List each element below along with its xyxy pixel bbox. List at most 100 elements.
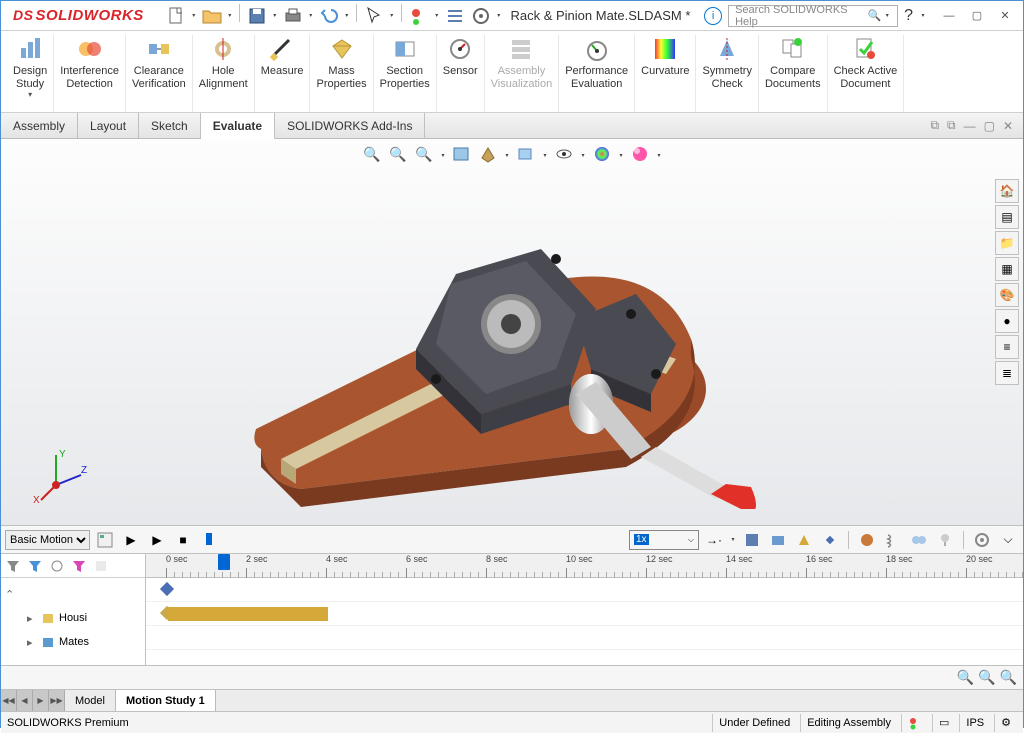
zoom-fit-icon[interactable]: 🔍 xyxy=(361,143,383,165)
doc-restore-button[interactable]: ▢ xyxy=(984,119,995,133)
select-button[interactable] xyxy=(362,4,386,28)
symmetry-button[interactable]: SymmetryCheck xyxy=(696,35,759,112)
calculate-button[interactable] xyxy=(94,529,116,551)
filter-animated-icon[interactable] xyxy=(25,556,45,576)
print-button[interactable] xyxy=(281,4,305,28)
loop-button[interactable]: →· xyxy=(703,529,725,551)
tab-sketch[interactable]: Sketch xyxy=(139,113,201,138)
play-start-button[interactable]: ▶ xyxy=(120,529,142,551)
zoom-in-icon[interactable]: 🔍 xyxy=(957,669,974,686)
new-dropdown[interactable]: ▾ xyxy=(190,4,198,28)
filter-driven-icon[interactable] xyxy=(47,556,67,576)
appearances-pane-icon[interactable]: ● xyxy=(995,309,1019,333)
keyframe[interactable] xyxy=(160,582,174,596)
status-units[interactable]: IPS xyxy=(959,714,990,732)
track-row[interactable] xyxy=(146,578,1023,602)
new-file-button[interactable] xyxy=(164,4,188,28)
hide-show-icon[interactable] xyxy=(553,143,575,165)
add-key-button[interactable] xyxy=(819,529,841,551)
graphics-viewport[interactable]: 🔍 🔍 🔍▾ ▾ ▾ ▾ ▾ ▾ 🏠 ▤ 📁 ▦ 🎨 ● ≡ ≣ xyxy=(1,139,1023,525)
previous-view-icon[interactable]: 🔍 xyxy=(413,143,435,165)
undo-dropdown[interactable]: ▾ xyxy=(343,4,351,28)
mass-props-button[interactable]: MassProperties xyxy=(310,35,373,112)
save-button[interactable] xyxy=(245,4,269,28)
home-pane-icon[interactable]: 🏠 xyxy=(995,179,1019,203)
track-row[interactable] xyxy=(146,602,1023,626)
filter-results-icon[interactable] xyxy=(91,556,111,576)
doc-minimize-button[interactable]: — xyxy=(964,119,976,133)
undo-button[interactable] xyxy=(317,4,341,28)
tree-item[interactable]: ▸Mates xyxy=(1,630,145,654)
tab-nav-first[interactable]: ◀◀ xyxy=(1,690,17,711)
playback-slider[interactable] xyxy=(198,529,220,551)
interference-button[interactable]: InterferenceDetection xyxy=(54,35,126,112)
status-rebuild-icon[interactable] xyxy=(901,714,928,732)
help-search-input[interactable]: Search SOLIDWORKS Help 🔍 ▾ xyxy=(728,5,898,27)
file-explorer-icon[interactable]: ▦ xyxy=(995,257,1019,281)
help-menu[interactable]: ? xyxy=(904,7,913,25)
bottom-tab-motion-study-1[interactable]: Motion Study 1 xyxy=(116,690,216,711)
hole-align-button[interactable]: HoleAlignment xyxy=(193,35,255,112)
motor-button[interactable] xyxy=(856,529,878,551)
design-library-icon[interactable]: 📁 xyxy=(995,231,1019,255)
close-button[interactable]: ✕ xyxy=(991,5,1019,27)
perf-eval-button[interactable]: PerformanceEvaluation xyxy=(559,35,635,112)
stop-button[interactable]: ■ xyxy=(172,529,194,551)
settings-button[interactable] xyxy=(469,4,493,28)
status-options-icon[interactable]: ⚙ xyxy=(994,714,1017,732)
info-icon[interactable]: i xyxy=(704,7,722,25)
custom-props-icon[interactable]: ≡ xyxy=(995,335,1019,359)
zoom-fit-icon[interactable]: 🔍 xyxy=(1000,669,1017,686)
motion-type-select[interactable]: Basic Motion xyxy=(5,530,90,550)
tab-nav-last[interactable]: ▶▶ xyxy=(49,690,65,711)
measure-button[interactable]: Measure xyxy=(255,35,311,112)
tab-nav-prev[interactable]: ◀ xyxy=(17,690,33,711)
animation-wizard-button[interactable] xyxy=(767,529,789,551)
playback-speed[interactable]: 1x⌵ xyxy=(629,530,699,550)
save-animation-button[interactable] xyxy=(741,529,763,551)
open-file-button[interactable] xyxy=(200,4,224,28)
curvature-button[interactable]: Curvature xyxy=(635,35,696,112)
bottom-tab-model[interactable]: Model xyxy=(65,690,116,711)
tab-layout[interactable]: Layout xyxy=(78,113,139,138)
tab-nav-next[interactable]: ▶ xyxy=(33,690,49,711)
appearance-icon[interactable] xyxy=(591,143,613,165)
view-orientation-icon[interactable] xyxy=(477,143,499,165)
contact-button[interactable] xyxy=(908,529,930,551)
section-props-button[interactable]: SectionProperties xyxy=(374,35,437,112)
save-dropdown[interactable]: ▾ xyxy=(271,4,279,28)
motion-options-button[interactable] xyxy=(971,529,993,551)
doc-close-button[interactable]: ✕ xyxy=(1003,119,1013,133)
view-palette-icon[interactable]: 🎨 xyxy=(995,283,1019,307)
autokey-button[interactable] xyxy=(793,529,815,551)
display-style-icon[interactable] xyxy=(515,143,537,165)
tree-item[interactable]: ▸Housi xyxy=(1,606,145,630)
rebuild-button[interactable] xyxy=(407,4,431,28)
filter-icon[interactable] xyxy=(3,556,23,576)
orientation-triad[interactable]: Y Z X xyxy=(31,445,91,505)
tab-evaluate[interactable]: Evaluate xyxy=(201,113,275,139)
print-dropdown[interactable]: ▾ xyxy=(307,4,315,28)
motion-clip[interactable] xyxy=(168,607,328,621)
playhead[interactable] xyxy=(218,554,230,570)
play-button[interactable]: ▶ xyxy=(146,529,168,551)
dock-left-icon[interactable]: ⧉ xyxy=(930,118,939,133)
resources-pane-icon[interactable]: ▤ xyxy=(995,205,1019,229)
filter-selected-icon[interactable] xyxy=(69,556,89,576)
maximize-button[interactable]: ▢ xyxy=(963,5,991,27)
timeline-tracks[interactable]: 0 sec2 sec4 sec6 sec8 sec10 sec12 sec14 … xyxy=(146,554,1023,665)
zoom-area-icon[interactable]: 🔍 xyxy=(387,143,409,165)
design-study-button[interactable]: DesignStudy▾ xyxy=(7,35,54,112)
clearance-button[interactable]: ClearanceVerification xyxy=(126,35,193,112)
sensor-button[interactable]: Sensor xyxy=(437,35,485,112)
collapse-panel-button[interactable]: ⌵ xyxy=(997,529,1019,551)
tab-solidworks-add-ins[interactable]: SOLIDWORKS Add-Ins xyxy=(275,113,425,138)
options-list-button[interactable] xyxy=(443,4,467,28)
tab-assembly[interactable]: Assembly xyxy=(1,113,78,138)
status-display-icon[interactable]: ▭ xyxy=(932,714,955,732)
compare-button[interactable]: CompareDocuments xyxy=(759,35,828,112)
scene-icon[interactable] xyxy=(629,143,651,165)
open-dropdown[interactable]: ▾ xyxy=(226,4,234,28)
minimize-button[interactable]: — xyxy=(935,5,963,27)
spring-button[interactable] xyxy=(882,529,904,551)
